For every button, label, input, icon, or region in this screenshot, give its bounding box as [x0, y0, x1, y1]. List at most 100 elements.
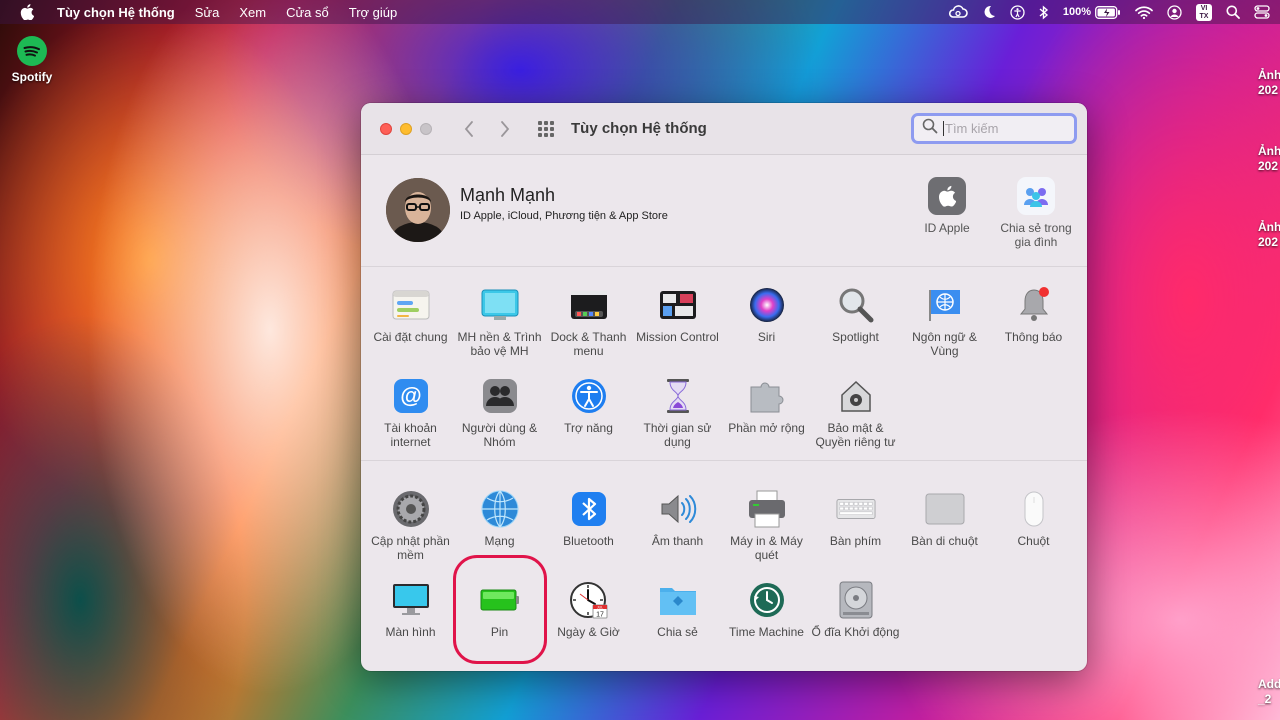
- general-label: Cài đặt chung: [373, 330, 448, 344]
- pref-date-time[interactable]: JUL 17 Ngày & Giờ: [544, 580, 633, 639]
- pref-dock[interactable]: Dock & Thanh menu: [544, 285, 633, 358]
- menu-bar: Tùy chọn Hệ thống Sửa Xem Cửa sổ Trợ giú…: [0, 0, 1280, 24]
- pref-family-sharing[interactable]: Chia sẻ trong gia đình: [991, 177, 1081, 249]
- pref-users-groups[interactable]: Người dùng & Nhóm: [455, 376, 544, 449]
- zoom-window-button[interactable]: [420, 123, 432, 135]
- pref-sharing[interactable]: Chia sẻ: [633, 580, 722, 639]
- language-region-label: Ngôn ngữ & Vùng: [912, 330, 977, 358]
- spotify-label: Spotify: [11, 70, 53, 84]
- accessibility-menu-icon[interactable]: [1010, 4, 1025, 20]
- battery-status-icon[interactable]: [1095, 5, 1121, 19]
- menu-help[interactable]: Trợ giúp: [349, 5, 398, 20]
- screen-time-label: Thời gian sử dụng: [643, 421, 712, 449]
- pref-notifications[interactable]: Thông báo: [989, 285, 1078, 344]
- bluetooth-status-icon[interactable]: [1039, 4, 1049, 20]
- pref-desktop-screensaver[interactable]: MH nền & Trình bảo vệ MH: [455, 285, 544, 358]
- pref-time-machine[interactable]: Time Machine: [722, 580, 811, 639]
- family-sharing-label: Chia sẻ trong gia đình: [1000, 221, 1072, 249]
- spotlight-search-icon[interactable]: [1226, 5, 1240, 19]
- close-window-button[interactable]: [380, 123, 392, 135]
- pref-extensions[interactable]: Phần mở rộng: [722, 376, 811, 435]
- user-account-icon[interactable]: [1167, 4, 1182, 20]
- sharing-folder-icon: [658, 580, 698, 620]
- date-time-clock-icon: JUL 17: [569, 580, 609, 620]
- pref-general[interactable]: Cài đặt chung: [366, 285, 455, 344]
- siri-icon: [747, 285, 787, 325]
- desktop-file-3[interactable]: Ảnh 202: [1258, 220, 1280, 250]
- show-all-grid-icon[interactable]: [537, 120, 555, 138]
- pref-language-region[interactable]: Ngôn ngữ & Vùng: [900, 285, 989, 358]
- sound-label: Âm thanh: [651, 534, 704, 548]
- desktop-screensaver-icon: [480, 285, 520, 325]
- mission-control-label: Mission Control: [636, 330, 719, 344]
- pref-apple-id[interactable]: ID Apple: [902, 177, 992, 235]
- pref-printers[interactable]: Máy in & Máy quét: [722, 489, 811, 562]
- pref-siri[interactable]: Siri: [722, 285, 811, 344]
- display-monitor-icon: [391, 580, 431, 620]
- search-input[interactable]: [943, 121, 1068, 136]
- pref-keyboard[interactable]: Bàn phím: [811, 489, 900, 548]
- spotify-icon: [17, 36, 47, 66]
- desktop-spotify[interactable]: Spotify: [8, 36, 56, 84]
- control-center-icon[interactable]: [1254, 5, 1270, 19]
- battery-percentage[interactable]: 100%: [1063, 6, 1091, 18]
- sharing-label: Chia sẻ: [657, 625, 698, 639]
- battery-highlight-ring: [453, 555, 547, 664]
- pref-mission-control[interactable]: Mission Control: [633, 285, 722, 344]
- back-button[interactable]: [459, 119, 479, 139]
- pref-bluetooth[interactable]: Bluetooth: [544, 489, 633, 548]
- pref-network[interactable]: Mạng: [455, 489, 544, 548]
- security-house-icon: [836, 376, 876, 416]
- pref-security-privacy[interactable]: Bảo mật & Quyền riêng tư: [811, 376, 900, 449]
- system-preferences-window: Tùy chọn Hệ thống Mạnh Mạnh ID Apple, iC…: [361, 103, 1087, 671]
- search-field[interactable]: [911, 113, 1077, 144]
- pref-startup-disk[interactable]: Ổ đĩa Khởi động: [811, 580, 900, 639]
- date-time-label: Ngày & Giờ: [557, 625, 620, 639]
- minimize-window-button[interactable]: [400, 123, 412, 135]
- input-method-icon[interactable]: VI TX: [1196, 3, 1212, 21]
- creative-cloud-icon[interactable]: [948, 5, 968, 19]
- pref-displays[interactable]: Màn hình: [366, 580, 455, 639]
- menu-app-name[interactable]: Tùy chọn Hệ thống: [57, 5, 175, 20]
- window-title: Tùy chọn Hệ thống: [571, 120, 707, 137]
- wifi-icon[interactable]: [1135, 5, 1153, 19]
- screen-time-hourglass-icon: [658, 376, 698, 416]
- menu-edit[interactable]: Sửa: [195, 5, 220, 20]
- svg-text:@: @: [400, 383, 421, 408]
- desktop-file-2[interactable]: Ảnh 202: [1258, 144, 1280, 174]
- users-groups-icon: [480, 376, 520, 416]
- pref-screen-time[interactable]: Thời gian sử dụng: [633, 376, 722, 449]
- menu-window[interactable]: Cửa sổ: [286, 5, 329, 20]
- desktop-screensaver-label: MH nền & Trình bảo vệ MH: [457, 330, 542, 358]
- software-update-label: Cập nhật phần mềm: [371, 534, 450, 562]
- desktop-file-4[interactable]: Add _2: [1258, 677, 1280, 707]
- pref-internet-accounts[interactable]: @ Tài khoản internet: [366, 376, 455, 449]
- do-not-disturb-icon[interactable]: [982, 5, 996, 19]
- window-toolbar: Tùy chọn Hệ thống: [361, 103, 1087, 155]
- keyboard-label: Bàn phím: [829, 534, 882, 548]
- network-globe-icon: [480, 489, 520, 529]
- pref-spotlight[interactable]: Spotlight: [811, 285, 900, 344]
- search-icon: [922, 118, 938, 139]
- user-avatar[interactable]: [386, 178, 450, 242]
- pref-accessibility[interactable]: Trợ năng: [544, 376, 633, 435]
- startup-disk-icon: [836, 580, 876, 620]
- desktop-file-1[interactable]: Ảnh 202: [1258, 68, 1280, 98]
- printer-icon: [747, 489, 787, 529]
- security-privacy-label: Bảo mật & Quyền riêng tư: [815, 421, 896, 449]
- time-machine-icon: [747, 580, 787, 620]
- mouse-icon: [1014, 489, 1054, 529]
- pref-sound[interactable]: Âm thanh: [633, 489, 722, 548]
- status-area: 100% VI TX: [934, 0, 1270, 24]
- pref-trackpad[interactable]: Bàn di chuột: [900, 489, 989, 548]
- network-label: Mạng: [484, 534, 515, 548]
- apple-id-label: ID Apple: [924, 221, 970, 235]
- pref-software-update[interactable]: Cập nhật phần mềm: [366, 489, 455, 562]
- pref-mouse[interactable]: Chuột: [989, 489, 1078, 548]
- accessibility-label: Trợ năng: [564, 421, 613, 435]
- displays-label: Màn hình: [385, 625, 436, 639]
- menu-view[interactable]: Xem: [239, 5, 266, 20]
- forward-button[interactable]: [495, 119, 515, 139]
- apple-menu-icon[interactable]: [20, 4, 42, 20]
- dock-menubar-icon: [569, 285, 609, 325]
